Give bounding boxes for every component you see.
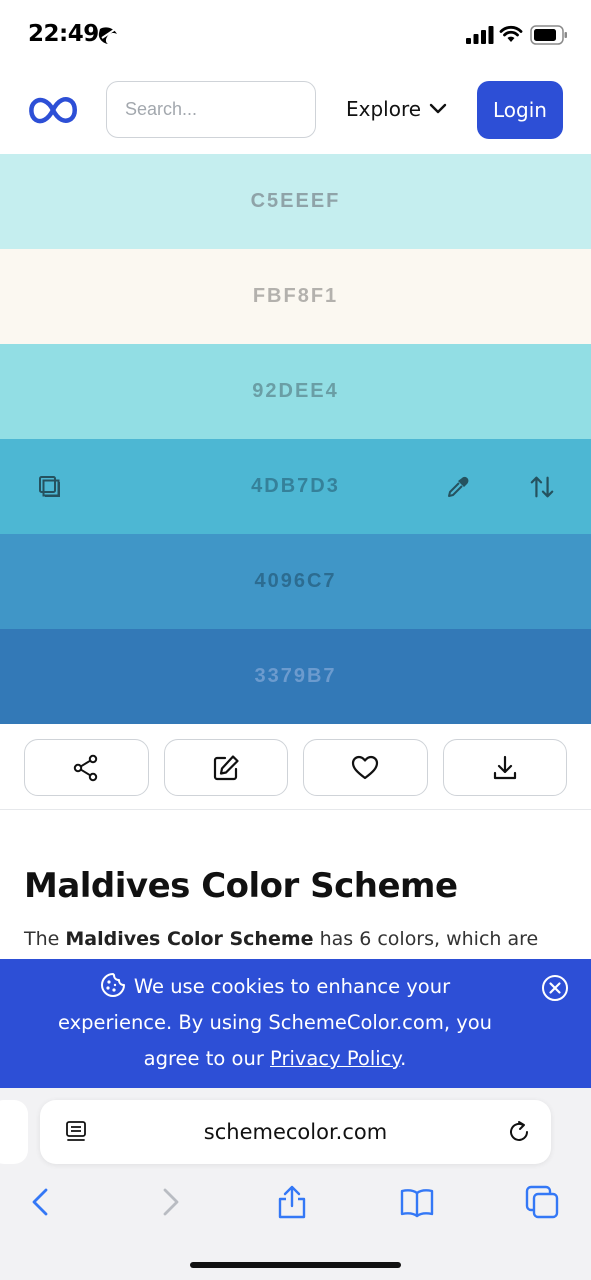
share-button[interactable]	[24, 739, 149, 796]
cellular-signal-icon	[466, 26, 494, 44]
color-swatch[interactable]: 4096C7	[0, 534, 591, 629]
explore-label: Explore	[346, 97, 422, 121]
previous-tab-peek[interactable]	[0, 1100, 28, 1164]
color-palette: C5EEEF FBF8F1 92DEE4 4DB7D3 4096C7 3379B…	[0, 154, 591, 724]
focus-mode-icon	[98, 27, 117, 44]
scheme-description: The Maldives Color Scheme has 6 colors, …	[24, 928, 569, 950]
reload-icon[interactable]	[506, 1119, 532, 1145]
eyedropper-icon[interactable]	[445, 474, 471, 500]
login-button[interactable]: Login	[477, 81, 563, 139]
address-bar[interactable]: schemecolor.com	[40, 1100, 551, 1164]
desc-suffix: has 6 colors, which are	[313, 928, 539, 950]
favorite-button[interactable]	[303, 739, 428, 796]
close-icon[interactable]	[541, 974, 569, 1002]
cookie-line-1-text: We use cookies to enhance your	[133, 975, 451, 998]
color-swatch[interactable]: C5EEEF	[0, 154, 591, 249]
swatch-hex: 92DEE4	[252, 380, 339, 402]
status-time: 22:49	[28, 21, 99, 47]
page-title: Maldives Color Scheme	[24, 866, 458, 906]
cookie-line-2: experience. By using SchemeColor.com, yo…	[57, 1011, 493, 1034]
home-indicator	[190, 1262, 401, 1268]
swap-arrows-icon[interactable]	[529, 474, 555, 500]
desc-bold: Maldives Color Scheme	[65, 928, 314, 950]
color-swatch[interactable]: FBF8F1	[0, 249, 591, 344]
divider	[0, 809, 591, 810]
site-header: Explore Login	[0, 70, 591, 154]
heart-icon	[352, 755, 379, 779]
swatch-hex: 4DB7D3	[251, 475, 340, 497]
action-bar	[24, 739, 567, 796]
share-icon	[74, 754, 98, 781]
cookie-line-1: We use cookies to enhance your	[20, 969, 530, 1005]
download-button[interactable]	[442, 739, 567, 796]
swatch-hex: 3379B7	[254, 665, 337, 687]
status-bar: 22:49	[0, 0, 591, 70]
cookie-banner: We use cookies to enhance your experienc…	[0, 959, 591, 1088]
search-input[interactable]	[106, 81, 316, 138]
cookie-line-3-prefix: agree to our	[143, 1047, 271, 1070]
cookie-icon	[100, 973, 125, 997]
swatch-hex: 4096C7	[254, 570, 337, 592]
download-icon	[493, 755, 516, 779]
logo-icon[interactable]	[28, 94, 78, 126]
url-text: schemecolor.com	[203, 1120, 388, 1144]
share-sheet-icon[interactable]	[274, 1184, 310, 1220]
edit-button[interactable]	[163, 739, 288, 796]
color-swatch[interactable]: 92DEE4	[0, 344, 591, 439]
browser-toolbar: schemecolor.com	[0, 1088, 591, 1280]
cookie-line-3-suffix: .	[400, 1047, 407, 1070]
swatch-hex: C5EEEF	[250, 190, 341, 212]
color-swatch[interactable]: 3379B7	[0, 629, 591, 724]
chevron-down-icon	[429, 103, 447, 114]
battery-icon	[530, 25, 567, 45]
back-icon[interactable]	[24, 1184, 60, 1220]
explore-menu[interactable]: Explore	[346, 97, 447, 121]
color-swatch-active[interactable]: 4DB7D3	[0, 439, 591, 534]
wifi-icon	[499, 25, 523, 42]
copy-icon[interactable]	[37, 474, 63, 500]
bookmarks-icon[interactable]	[399, 1184, 435, 1220]
edit-icon	[213, 754, 239, 780]
desc-prefix: The	[24, 928, 66, 950]
cookie-line-3: agree to our Privacy Policy.	[20, 1041, 530, 1077]
tabs-icon[interactable]	[524, 1184, 560, 1220]
swatch-hex: FBF8F1	[252, 285, 339, 307]
privacy-policy-link[interactable]: Privacy Policy	[270, 1047, 400, 1070]
forward-icon[interactable]	[151, 1184, 187, 1220]
cookie-text: We use cookies to enhance your experienc…	[20, 969, 530, 1077]
